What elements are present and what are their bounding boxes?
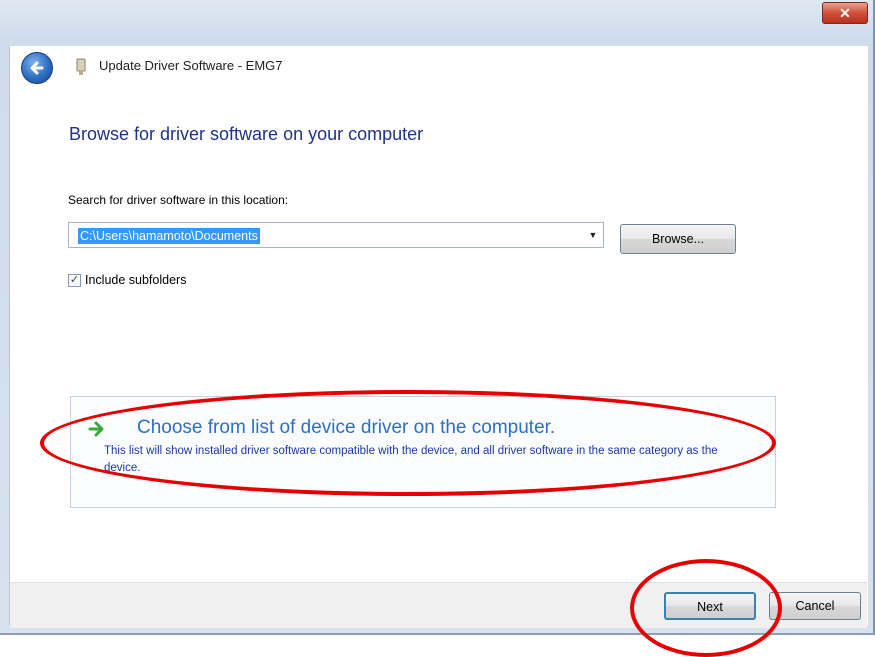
dropdown-arrow-icon[interactable]: ▼ — [583, 223, 603, 247]
device-icon — [76, 58, 86, 75]
next-button[interactable]: Next — [664, 592, 756, 620]
browse-button[interactable]: Browse... — [620, 224, 736, 254]
page-heading: Browse for driver software on your compu… — [69, 124, 424, 144]
path-input-value[interactable]: C:\Users\hamamoto\Documents — [78, 228, 260, 244]
back-arrow-icon — [30, 61, 44, 75]
close-button[interactable]: ✕ — [822, 2, 868, 24]
back-button[interactable] — [21, 52, 53, 84]
window-title: Update Driver Software - EMG7 — [99, 58, 283, 73]
choose-option-description: This list will show installed driver sof… — [104, 445, 718, 474]
path-combobox[interactable]: C:\Users\hamamoto\Documents ▼ — [68, 222, 604, 248]
cancel-button[interactable]: Cancel — [769, 592, 861, 620]
choose-option-title[interactable]: Choose from list of device driver on the… — [137, 417, 555, 439]
include-subfolders-checkbox[interactable]: ✓ — [68, 274, 81, 287]
include-subfolders-label[interactable]: Include subfolders — [85, 273, 186, 287]
green-arrow-icon — [88, 421, 104, 437]
search-location-label: Search for driver software in this locat… — [68, 193, 289, 207]
